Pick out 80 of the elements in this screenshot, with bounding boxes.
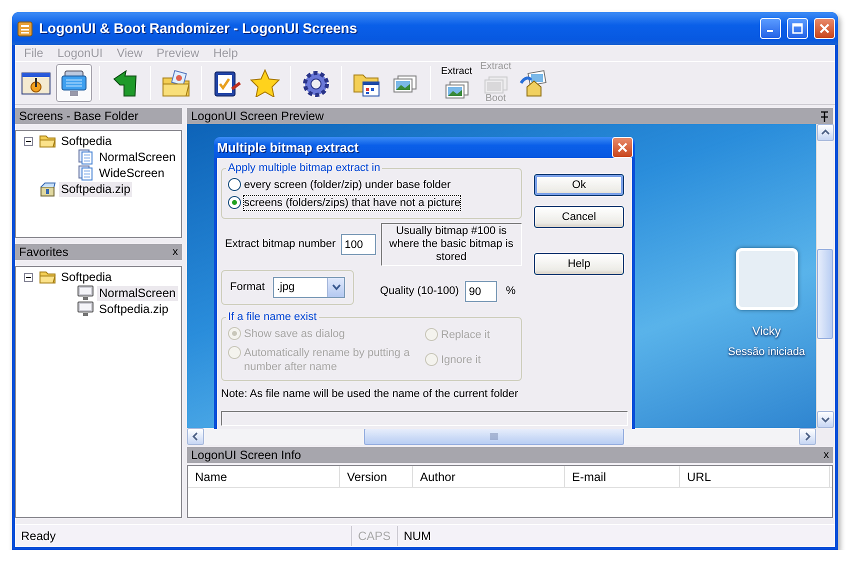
clipboard-check-icon [212,69,242,97]
maximize-button[interactable] [787,18,808,39]
column-header[interactable]: URL [680,466,830,487]
status-text: Ready [20,528,57,545]
dialog-title: Multiple bitmap extract [217,138,359,157]
column-header[interactable]: Name [188,466,340,487]
folder-icon [39,133,56,149]
collapse-icon[interactable] [24,136,33,146]
tree-item[interactable]: NormalScreen [97,150,178,164]
close-button[interactable] [612,137,633,158]
close-icon [617,142,628,153]
avatar-placeholder [736,248,798,310]
scroll-thumb[interactable] [817,249,833,339]
scroll-left-button[interactable] [187,428,204,445]
field-label: Format [230,280,265,296]
app-icon [17,20,33,36]
group-label: Apply multiple bitmap extract in [227,162,382,174]
tree-item[interactable]: Softpedia.zip [97,302,170,316]
tree-item[interactable]: Softpedia [59,134,114,148]
status-text: NUM [396,526,438,546]
document-icon [77,149,94,165]
grip-icon [490,433,498,440]
bitmap-number-field[interactable]: 100 [340,234,376,255]
note-text: Note: As file name will be used the name of the current folder [221,387,520,402]
radio-button[interactable] [228,178,241,191]
monitor-icon [77,301,94,317]
user-name: Vicky [752,323,781,340]
collapse-icon[interactable] [24,272,33,282]
close-icon [819,23,830,34]
column-header[interactable]: Version [340,466,413,487]
panel-title: Screens - Base Folder [19,108,138,124]
tree-item[interactable]: NormalScreen [97,286,178,300]
minimize-button[interactable] [760,18,781,39]
format-dropdown[interactable]: .jpg [272,277,345,298]
toolbar-button[interactable] [56,64,92,102]
radio-button[interactable] [228,196,241,209]
panel-title: Favorites [19,244,68,260]
panel-close-button[interactable]: x [172,244,178,260]
window-title: LogonUI & Boot Randomizer - LogonUI Screens [39,19,358,38]
panel-title: LogonUI Screen Info [191,447,302,463]
monitor-icon [77,285,94,301]
column-header[interactable]: Author [413,466,565,487]
close-button[interactable] [814,18,835,39]
radio-label[interactable]: every screen (folder/zip) under base folder [244,178,451,192]
group-label: If a file name exist [227,311,318,323]
package-icon [39,181,56,197]
scroll-thumb[interactable] [364,428,624,445]
panel-close-button[interactable]: x [824,447,829,463]
tree-item[interactable]: Softpedia [59,270,114,284]
folder-icon [39,269,56,285]
field-label: Extract bitmap number [225,237,336,252]
document-icon [77,165,94,181]
monitor-icon [59,69,89,97]
status-text: CAPS [351,526,397,546]
folder-picture-icon [161,69,191,97]
dialog-button[interactable]: Help [534,253,624,275]
toolbar-button[interactable]: Extract [438,64,476,102]
user-status: Sessão iniciada [728,345,806,360]
scroll-up-button[interactable] [817,124,834,141]
dialog-button[interactable]: Cancel [534,206,624,228]
tree-item[interactable]: Softpedia.zip [59,182,132,196]
horizontal-scrollbar[interactable] [187,428,816,445]
scroll-down-button[interactable] [817,411,834,428]
panel-title: LogonUI Screen Preview [191,108,324,124]
unit-label: % [506,284,516,300]
tree-item[interactable]: WideScreen [97,166,166,180]
scroll-right-button[interactable] [799,428,816,445]
maximize-icon [792,23,803,34]
quality-field[interactable]: 90 [464,281,497,302]
gear-icon [301,69,331,97]
caret-icon [332,284,340,291]
radio-label[interactable]: screens (folders/zips) that have not a picture [244,196,460,210]
field-label: Quality (10-100) [380,284,459,300]
house-photos-icon [519,69,550,97]
pin-icon[interactable] [820,110,829,122]
star-icon [250,69,280,97]
vertical-scrollbar[interactable] [816,124,833,428]
dialog-button[interactable]: Ok [534,174,624,196]
column-header[interactable]: E-mail [565,466,680,487]
hint-text: Usually bitmap #100 is where the basic bitmap is stored [380,223,522,266]
